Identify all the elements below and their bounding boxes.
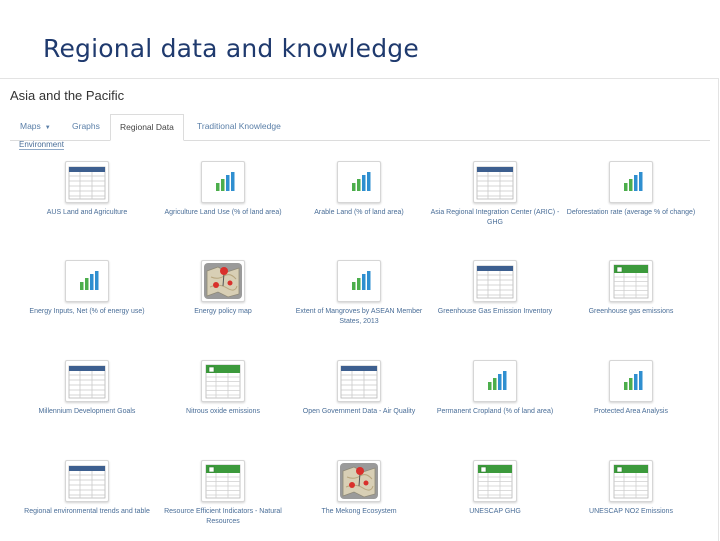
dataset-label[interactable]: Extent of Mangroves by ASEAN Member Stat… [289,307,429,327]
dataset-tile[interactable]: Deforestation rate (average % of change) [561,161,701,251]
dataset-tile[interactable]: Arable Land (% of land area) [289,161,429,251]
bar-chart-icon[interactable] [609,161,653,203]
dataset-label[interactable]: Millennium Development Goals [17,407,157,417]
dataset-label[interactable]: Deforestation rate (average % of change) [561,208,701,218]
spreadsheet-icon[interactable] [201,360,245,402]
dataset-tile[interactable]: Permanent Cropland (% of land area) [425,360,565,450]
dataset-tile[interactable]: Millennium Development Goals [17,360,157,450]
dataset-label[interactable]: Resource Efficient Indicators - Natural … [153,507,293,527]
dataset-label[interactable]: Energy policy map [153,307,293,317]
dataset-tile[interactable]: Asia Regional Integration Center (ARIC) … [425,161,565,251]
dataset-tile[interactable]: Resource Efficient Indicators - Natural … [153,460,293,541]
table-icon[interactable] [65,360,109,402]
dataset-tile[interactable]: Open Government Data - Air Quality [289,360,429,450]
bar-chart-icon[interactable] [337,260,381,302]
table-icon[interactable] [473,161,517,203]
dataset-label[interactable]: Nitrous oxide emissions [153,407,293,417]
dataset-tile[interactable]: Greenhouse gas emissions [561,260,701,350]
dataset-label[interactable]: Open Government Data - Air Quality [289,407,429,417]
dataset-label[interactable]: Energy Inputs, Net (% of energy use) [17,307,157,317]
table-icon[interactable] [65,161,109,203]
spreadsheet-icon[interactable] [473,460,517,502]
app-frame: Asia and the Pacific Maps ▼ Graphs Region… [0,78,719,541]
dataset-label[interactable]: Permanent Cropland (% of land area) [425,407,565,417]
spreadsheet-icon[interactable] [609,260,653,302]
dataset-tile[interactable]: Extent of Mangroves by ASEAN Member Stat… [289,260,429,350]
dataset-tile[interactable]: Energy policy map [153,260,293,350]
dataset-tile[interactable]: Energy Inputs, Net (% of energy use) [17,260,157,350]
dataset-grid: AUS Land and Agriculture Agriculture Lan… [0,79,718,541]
dataset-label[interactable]: Arable Land (% of land area) [289,208,429,218]
dataset-label[interactable]: Greenhouse gas emissions [561,307,701,317]
dataset-label[interactable]: AUS Land and Agriculture [17,208,157,218]
bar-chart-icon[interactable] [65,260,109,302]
bar-chart-icon[interactable] [201,161,245,203]
dataset-label[interactable]: UNESCAP GHG [425,507,565,517]
dataset-tile[interactable]: UNESCAP GHG [425,460,565,541]
dataset-tile[interactable]: The Mekong Ecosystem [289,460,429,541]
table-icon[interactable] [65,460,109,502]
map-pin-icon[interactable] [201,260,245,302]
dataset-tile[interactable]: AUS Land and Agriculture [17,161,157,251]
table-icon[interactable] [473,260,517,302]
map-pin-icon[interactable] [337,460,381,502]
dataset-tile[interactable]: UNESCAP NO2 Emissions [561,460,701,541]
dataset-tile[interactable]: Agriculture Land Use (% of land area) [153,161,293,251]
dataset-tile[interactable]: Protected Area Analysis [561,360,701,450]
dataset-tile[interactable]: Greenhouse Gas Emission Inventory [425,260,565,350]
dataset-tile[interactable]: Nitrous oxide emissions [153,360,293,450]
bar-chart-icon[interactable] [473,360,517,402]
dataset-label[interactable]: The Mekong Ecosystem [289,507,429,517]
dataset-label[interactable]: Regional environmental trends and table [17,507,157,517]
dataset-label[interactable]: Greenhouse Gas Emission Inventory [425,307,565,317]
slide-title: Regional data and knowledge [43,34,419,63]
dataset-label[interactable]: Protected Area Analysis [561,407,701,417]
bar-chart-icon[interactable] [609,360,653,402]
table-icon[interactable] [337,360,381,402]
dataset-tile[interactable]: Regional environmental trends and table [17,460,157,541]
bar-chart-icon[interactable] [337,161,381,203]
dataset-label[interactable]: UNESCAP NO2 Emissions [561,507,701,517]
dataset-label[interactable]: Asia Regional Integration Center (ARIC) … [425,208,565,228]
spreadsheet-icon[interactable] [201,460,245,502]
dataset-label[interactable]: Agriculture Land Use (% of land area) [153,208,293,218]
spreadsheet-icon[interactable] [609,460,653,502]
